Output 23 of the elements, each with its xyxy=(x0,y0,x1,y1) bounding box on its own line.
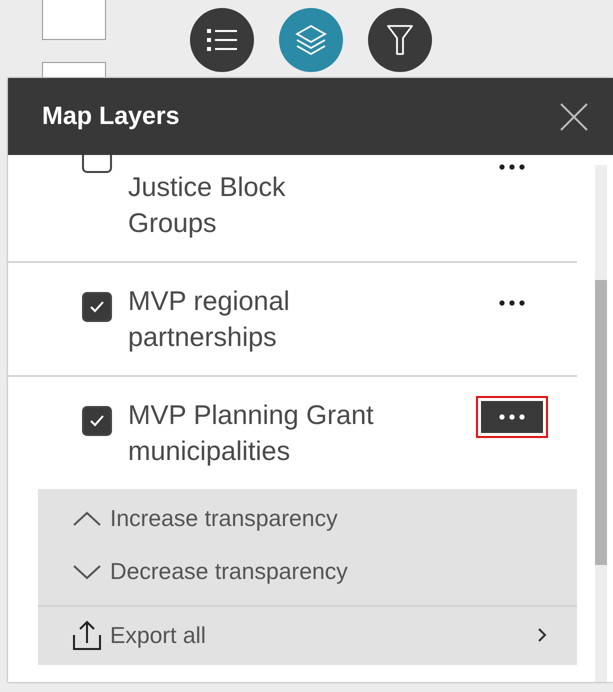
layer-checkbox[interactable] xyxy=(82,406,112,436)
close-icon xyxy=(559,102,589,132)
panel-title: Map Layers xyxy=(42,102,180,131)
layer-name: MVP Planning Grant municipalities xyxy=(128,399,375,468)
more-icon xyxy=(499,300,525,306)
layer-checkbox[interactable] xyxy=(82,155,112,173)
zoom-out-button[interactable] xyxy=(42,62,106,77)
layer-name: MVP regional partnerships xyxy=(128,285,291,354)
chevron-up-icon xyxy=(72,510,102,526)
layer-checkbox[interactable] xyxy=(82,292,112,322)
scrollbar[interactable] xyxy=(595,165,607,682)
more-icon xyxy=(499,164,525,170)
upload-icon xyxy=(72,619,102,651)
list-icon xyxy=(205,26,239,54)
menu-item[interactable]: Increase transparency xyxy=(38,493,577,546)
chevron-right-icon xyxy=(537,627,547,643)
layers-icon xyxy=(294,24,328,56)
more-icon xyxy=(499,414,525,420)
menu-item[interactable]: Decrease transparency xyxy=(38,546,577,599)
layer-options-button[interactable] xyxy=(481,401,543,433)
chevron-down-icon xyxy=(72,564,102,580)
filter-icon xyxy=(386,23,414,57)
layer-name: Justice Block Groups xyxy=(128,171,287,240)
